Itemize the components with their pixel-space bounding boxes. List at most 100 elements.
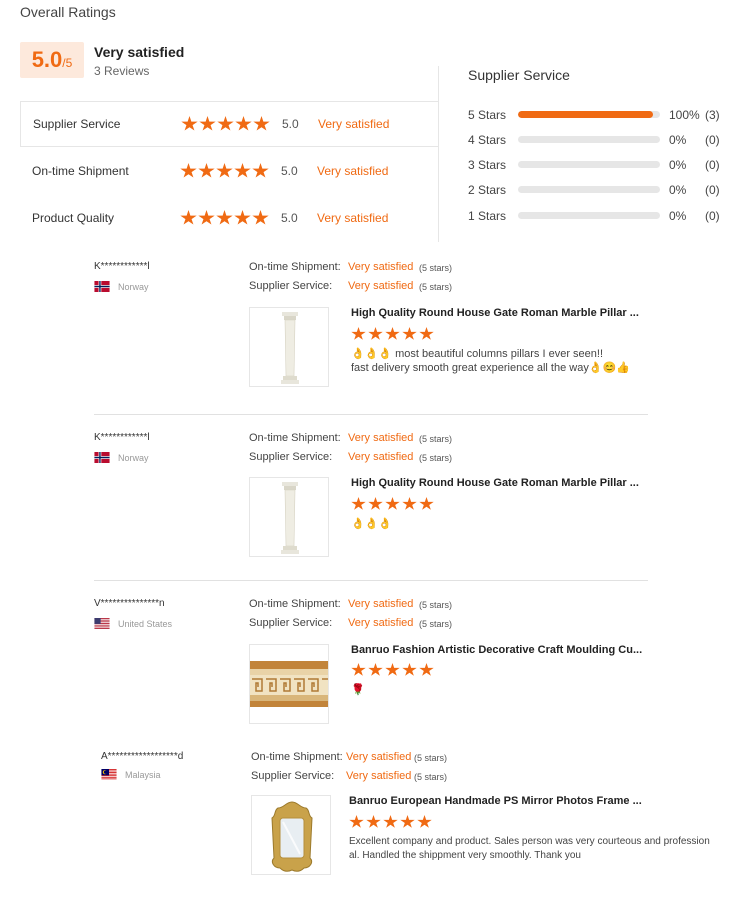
- star-icon: [216, 210, 233, 225]
- star-icon: [383, 815, 398, 828]
- product-title[interactable]: High Quality Round House Gate Roman Marb…: [351, 307, 639, 319]
- reviewer-name: K************l: [94, 261, 150, 272]
- mirror-frame-image: [271, 801, 313, 872]
- star-icon: [368, 663, 383, 676]
- reviewer-country: Malaysia: [125, 770, 161, 780]
- distribution-count: (0): [705, 209, 720, 223]
- service-stars-text: (5 stars): [419, 453, 453, 463]
- star-icon: [180, 210, 197, 225]
- shipment-stars-text: (5 stars): [419, 600, 453, 610]
- category-stars: [181, 116, 282, 132]
- service-stars-text: (5 stars): [419, 619, 453, 629]
- shipment-value: Very satisfied: [346, 751, 412, 763]
- category-stars: [180, 163, 281, 179]
- star-icon: [349, 815, 364, 828]
- star-icon: [217, 116, 234, 131]
- star-icon: [419, 663, 434, 676]
- service-label: Supplier Service:: [249, 617, 333, 629]
- review-stars: [351, 327, 434, 341]
- distribution-bar: [518, 111, 660, 118]
- star-icon: [216, 163, 233, 178]
- review-text-line: fast delivery smooth great experience al…: [351, 362, 630, 374]
- distribution-label: 5 Stars: [468, 108, 507, 122]
- star-icon: [385, 327, 400, 340]
- star-icon: [417, 815, 432, 828]
- distribution-count: (3): [705, 108, 720, 122]
- category-score: 5.0: [282, 117, 299, 131]
- star-icon: [419, 497, 434, 510]
- distribution-row: 2 Stars 0% (0): [468, 183, 728, 197]
- distribution-bar: [518, 161, 660, 168]
- distribution-percent: 0%: [669, 209, 687, 223]
- star-icon: [252, 210, 269, 225]
- distribution-row: 4 Stars 0% (0): [468, 133, 728, 147]
- distribution-bar: [518, 186, 660, 193]
- shipment-label: On-time Shipment:: [249, 261, 341, 273]
- distribution-bar-fill: [518, 111, 653, 118]
- distribution-percent: 0%: [669, 158, 687, 172]
- category-label: Product Quality: [32, 211, 115, 225]
- distribution-label: 1 Stars: [468, 209, 507, 223]
- category-ratings: Supplier Service 5.0 Very satisfied On-t…: [20, 101, 439, 241]
- service-value: Very satisfied: [348, 617, 414, 629]
- shipment-value: Very satisfied: [348, 432, 414, 444]
- star-icon: [400, 815, 415, 828]
- service-value: Very satisfied: [348, 451, 414, 463]
- distribution-count: (0): [705, 133, 720, 147]
- review-count: 3 Reviews: [94, 64, 150, 78]
- reviewer-country: Norway: [118, 453, 149, 463]
- star-icon: [402, 663, 417, 676]
- page-title: Overall Ratings: [20, 4, 116, 20]
- star-icon: [181, 116, 198, 131]
- product-thumbnail[interactable]: [249, 307, 329, 387]
- shipment-stars-text: (5 stars): [419, 434, 453, 444]
- star-icon: [351, 497, 366, 510]
- distribution-percent: 100%: [669, 108, 700, 122]
- review-text-line: al. Handled the shippment very smoothly.…: [349, 850, 581, 861]
- category-label: Supplier Service: [33, 117, 121, 131]
- product-title[interactable]: Banruo European Handmade PS Mirror Photo…: [349, 795, 642, 807]
- overall-score: 5.0: [31, 47, 63, 72]
- star-icon: [402, 327, 417, 340]
- distribution-row: 3 Stars 0% (0): [468, 158, 728, 172]
- review-text-line: 👌👌👌: [351, 518, 393, 530]
- reviewer-name: A******************d: [101, 751, 184, 762]
- star-icon: [198, 210, 215, 225]
- review-stars: [351, 497, 434, 511]
- service-label: Supplier Service:: [251, 770, 335, 782]
- star-icon: [235, 116, 252, 131]
- service-value: Very satisfied: [348, 280, 414, 292]
- distribution-label: 4 Stars: [468, 133, 507, 147]
- review-divider: [94, 414, 648, 415]
- service-stars-text: (5 stars): [419, 282, 453, 292]
- distribution-count: (0): [705, 158, 720, 172]
- shipment-label: On-time Shipment:: [251, 751, 343, 763]
- divider: [438, 66, 439, 242]
- product-thumbnail[interactable]: [249, 644, 329, 724]
- overall-summary: Very satisfied: [94, 44, 185, 60]
- star-icon: [385, 663, 400, 676]
- category-row-supplier-service[interactable]: Supplier Service 5.0 Very satisfied: [20, 101, 439, 147]
- product-title[interactable]: High Quality Round House Gate Roman Marb…: [351, 477, 639, 489]
- norway-flag-icon: [94, 281, 110, 292]
- pillar-image: [281, 312, 299, 384]
- product-thumbnail[interactable]: [251, 795, 331, 875]
- review-stars: [349, 815, 432, 829]
- malaysia-flag-icon: [101, 769, 117, 780]
- distribution-label: 2 Stars: [468, 183, 507, 197]
- service-label: Supplier Service:: [249, 451, 333, 463]
- reviewer-country: Norway: [118, 282, 149, 292]
- reviewer-name: K************l: [94, 432, 150, 443]
- united-states-flag-icon: [94, 618, 110, 629]
- reviewer-name: V***************n: [94, 598, 165, 609]
- star-icon: [366, 815, 381, 828]
- shipment-label: On-time Shipment:: [249, 432, 341, 444]
- distribution-count: (0): [705, 183, 720, 197]
- category-row-on-time-shipment[interactable]: On-time Shipment 5.0 Very satisfied: [20, 148, 439, 194]
- distribution-label: 3 Stars: [468, 158, 507, 172]
- distribution-percent: 0%: [669, 183, 687, 197]
- category-row-product-quality[interactable]: Product Quality 5.0 Very satisfied: [20, 195, 439, 241]
- product-thumbnail[interactable]: [249, 477, 329, 557]
- moulding-image: [250, 661, 328, 707]
- product-title[interactable]: Banruo Fashion Artistic Decorative Craft…: [351, 644, 642, 656]
